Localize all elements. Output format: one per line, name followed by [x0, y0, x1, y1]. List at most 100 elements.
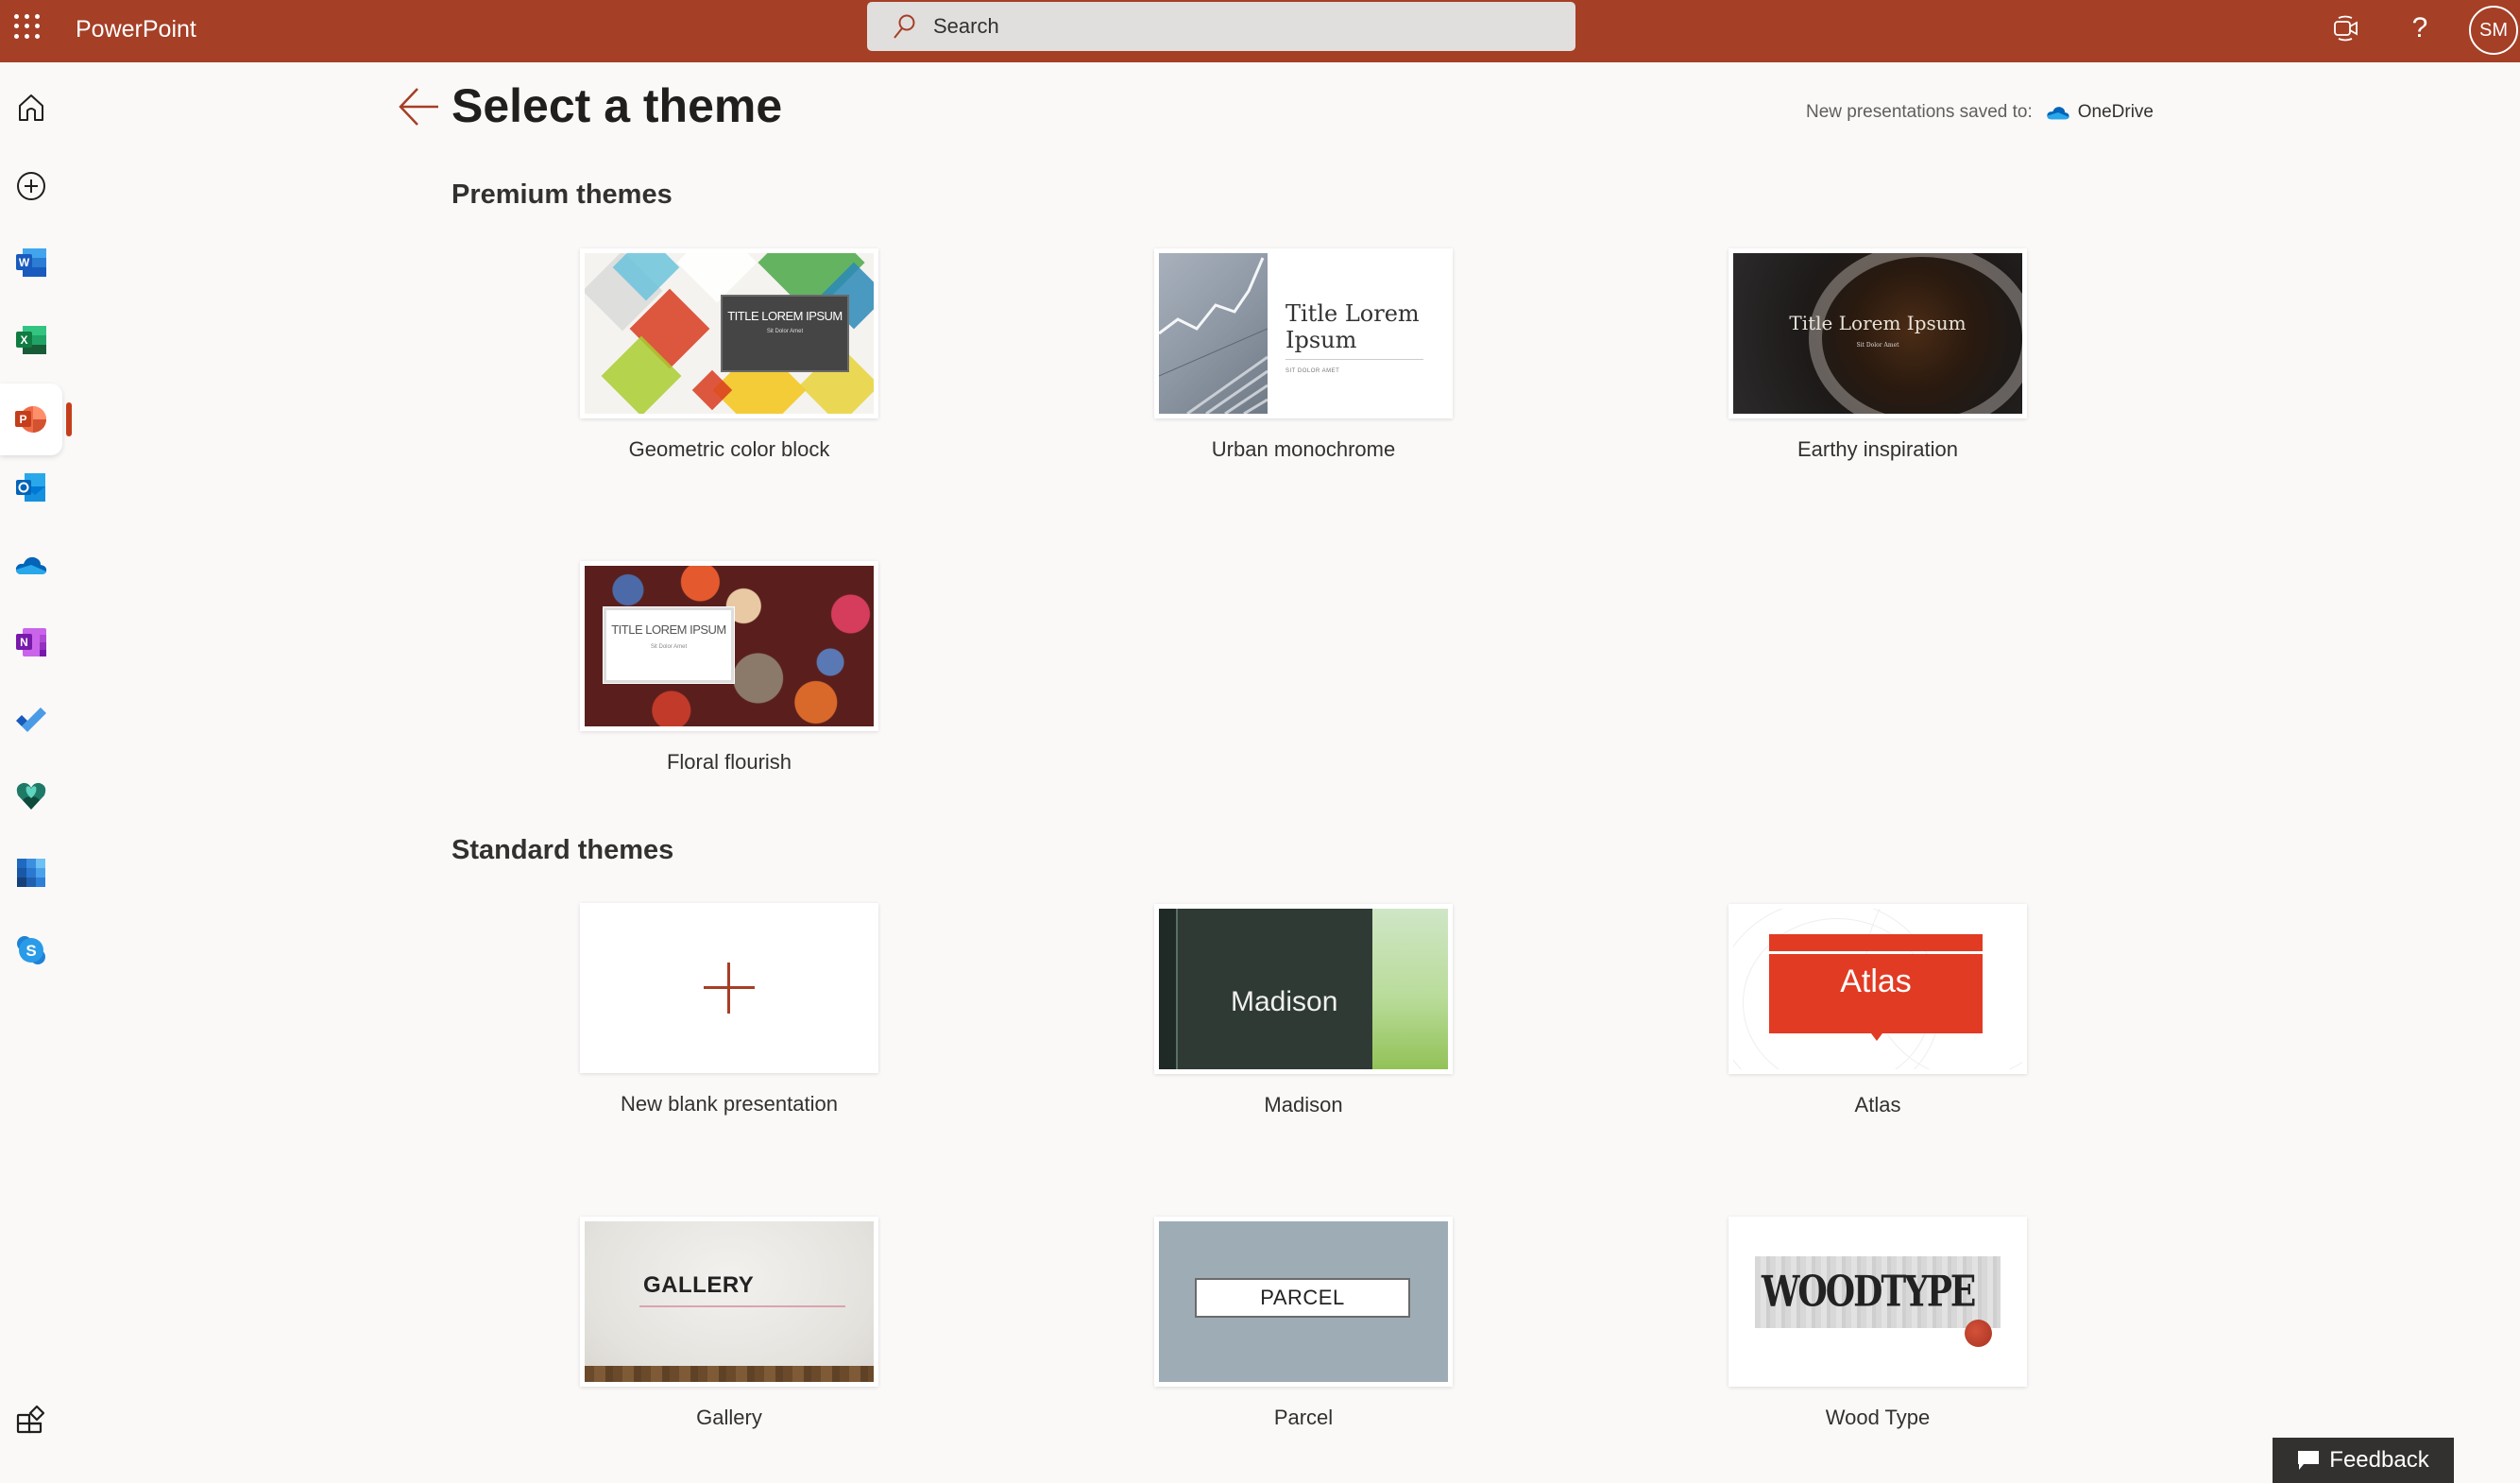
rail-item-family-safety[interactable]: [0, 760, 62, 832]
theme-label: Floral flourish: [666, 750, 792, 774]
theme-label: Earthy inspiration: [1797, 437, 1958, 461]
theme-label: Gallery: [696, 1406, 762, 1429]
comment-icon: [2298, 1451, 2320, 1470]
help-icon: ?: [2411, 12, 2428, 43]
top-bar: PowerPoint Search ? SM: [0, 0, 2520, 62]
theme-thumbnail: Title Lorem Ipsum SIT DOLOR AMET: [1154, 248, 1453, 418]
theme-thumbnail: Atlas: [1728, 904, 2027, 1074]
preview-title: TITLE LOREM IPSUM: [611, 622, 726, 637]
theme-thumbnail: GALLERY: [580, 1217, 878, 1387]
feedback-label: Feedback: [2329, 1447, 2429, 1473]
svg-text:N: N: [20, 636, 28, 649]
preview-title: TITLE LOREM IPSUM: [727, 309, 843, 323]
theme-card-madison[interactable]: Madison Madison: [1154, 904, 1453, 1117]
rail-item-excel[interactable]: X: [0, 304, 62, 376]
search-input[interactable]: Search: [867, 2, 1575, 51]
premium-themes-heading: Premium themes: [451, 179, 673, 210]
active-indicator: [66, 402, 72, 436]
preview-title: Title Lorem Ipsum: [1286, 300, 1420, 353]
theme-card-earthy-inspiration[interactable]: Title Lorem Ipsum Sit Dolor Amet Earthy …: [1728, 248, 2027, 462]
svg-text:S: S: [26, 942, 36, 960]
theme-thumbnail: TITLE LOREM IPSUM Sit Dolor Amet: [580, 561, 878, 731]
theme-thumbnail: WOODTYPE: [1728, 1217, 2027, 1387]
theme-card-urban-monochrome[interactable]: Title Lorem Ipsum SIT DOLOR AMET Urban m…: [1154, 248, 1453, 462]
left-rail: W X P N S: [0, 62, 72, 1483]
theme-label: Geometric color block: [628, 437, 830, 461]
theme-label: New blank presentation: [621, 1092, 838, 1116]
search-placeholder: Search: [933, 14, 999, 38]
search-icon: [894, 14, 915, 39]
plus-icon: [704, 963, 755, 1014]
rail-item-all-apps[interactable]: [0, 1383, 62, 1455]
theme-label: Atlas: [1854, 1093, 1901, 1117]
svg-text:W: W: [19, 256, 30, 269]
avatar[interactable]: SM: [2469, 6, 2518, 55]
preview-title: Title Lorem Ipsum: [1789, 312, 1967, 334]
help-button[interactable]: ?: [2399, 8, 2441, 49]
back-button[interactable]: [395, 83, 442, 130]
preview-title: Madison: [1231, 986, 1338, 1017]
preview-title: Atlas: [1769, 954, 1983, 1033]
word-icon: W: [16, 248, 46, 277]
save-location-link[interactable]: OneDrive: [2046, 102, 2154, 123]
app-launcher-icon[interactable]: [13, 13, 40, 40]
standard-themes-heading: Standard themes: [451, 835, 674, 865]
rail-item-todo[interactable]: [0, 684, 62, 756]
theme-label: Parcel: [1273, 1406, 1334, 1429]
theme-thumbnail: PARCEL: [1154, 1217, 1453, 1387]
preview-subtitle: Sit Dolor Amet: [1856, 342, 1899, 349]
theme-thumbnail: Title Lorem Ipsum Sit Dolor Amet: [1728, 248, 2027, 418]
onenote-icon: N: [16, 628, 46, 656]
theme-thumbnail: Madison: [1154, 904, 1453, 1074]
save-location-value: OneDrive: [2077, 102, 2154, 122]
app-name[interactable]: PowerPoint: [76, 13, 196, 45]
preview-title: PARCEL: [1195, 1278, 1410, 1318]
rail-item-onenote[interactable]: N: [0, 606, 62, 678]
svg-text:X: X: [20, 333, 27, 347]
feedback-button[interactable]: Feedback: [2273, 1438, 2454, 1483]
rail-item-onedrive[interactable]: [0, 529, 62, 601]
skype-icon: S: [17, 936, 45, 964]
family-safety-icon: [16, 782, 46, 810]
rail-item-home[interactable]: [0, 72, 62, 144]
outlook-icon: [16, 473, 45, 502]
onedrive-icon: [15, 556, 47, 574]
preview-subtitle: Sit Dolor Amet: [650, 644, 688, 650]
preview-title: GALLERY: [643, 1272, 755, 1298]
rail-item-skype[interactable]: S: [0, 914, 62, 986]
rail-item-word[interactable]: W: [0, 227, 62, 298]
save-location: New presentations saved to: OneDrive: [1806, 102, 2154, 123]
add-circle-icon: [17, 172, 45, 200]
todo-icon: [16, 707, 46, 732]
all-apps-icon: [16, 1405, 45, 1434]
theme-label: Wood Type: [1825, 1406, 1931, 1429]
video-camera-icon: [2334, 15, 2358, 42]
excel-icon: X: [16, 326, 46, 354]
arrow-left-icon: [399, 88, 438, 126]
onedrive-icon: [2047, 107, 2069, 120]
theme-card-gallery[interactable]: GALLERY Gallery: [580, 1217, 878, 1430]
preview-title: WOODTYPE: [1762, 1267, 1976, 1317]
rail-item-outlook[interactable]: [0, 452, 62, 523]
theme-thumbnail: [580, 903, 878, 1073]
preview-subtitle: SIT DOLOR AMET: [1286, 368, 1340, 374]
theme-label: Madison: [1264, 1093, 1343, 1117]
svg-text:P: P: [19, 413, 26, 426]
theme-card-atlas[interactable]: Atlas Atlas: [1728, 904, 2027, 1117]
home-icon: [19, 94, 43, 121]
rail-item-calendar[interactable]: [0, 837, 62, 909]
rail-item-create[interactable]: [0, 150, 62, 222]
powerpoint-icon: P: [15, 406, 46, 433]
theme-card-wood-type[interactable]: WOODTYPE Wood Type: [1728, 1217, 2027, 1430]
save-location-label: New presentations saved to:: [1806, 102, 2033, 122]
page-title: Select a theme: [451, 79, 783, 132]
meet-now-button[interactable]: [2325, 8, 2367, 49]
new-blank-presentation-card[interactable]: New blank presentation: [580, 903, 878, 1117]
theme-card-floral-flourish[interactable]: TITLE LOREM IPSUM Sit Dolor Amet Floral …: [580, 561, 878, 775]
preview-subtitle: Sit Dolor Amet: [766, 329, 804, 334]
theme-thumbnail: TITLE LOREM IPSUM Sit Dolor Amet: [580, 248, 878, 418]
calendar-icon: [17, 859, 45, 887]
theme-card-geometric-color-block[interactable]: TITLE LOREM IPSUM Sit Dolor Amet Geometr…: [580, 248, 878, 462]
rail-item-powerpoint[interactable]: P: [0, 384, 62, 455]
theme-card-parcel[interactable]: PARCEL Parcel: [1154, 1217, 1453, 1430]
